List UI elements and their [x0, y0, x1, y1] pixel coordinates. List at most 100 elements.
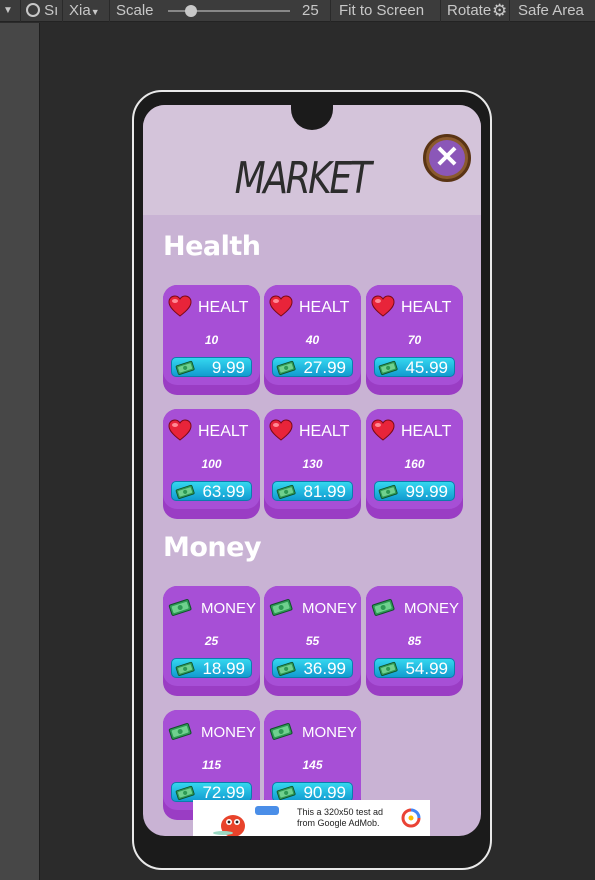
money-item-card[interactable]: MONEY 85 54.99	[366, 586, 463, 696]
item-label: MONEY	[201, 600, 257, 617]
card-face: HEALT 70 45.99	[366, 285, 463, 385]
item-label: HEALT	[198, 423, 249, 440]
item-price: 99.99	[405, 482, 448, 501]
buy-button[interactable]: 99.99	[374, 481, 455, 501]
money-item-card[interactable]: MONEY 55 36.99	[264, 586, 361, 696]
scale-label: Scale	[116, 2, 154, 19]
cash-icon	[378, 484, 398, 499]
item-amount: 10	[204, 333, 219, 347]
item-label: MONEY	[201, 724, 257, 741]
admob-logo-icon	[401, 808, 421, 828]
toolbar-divider	[20, 0, 21, 22]
item-amount: 115	[201, 758, 222, 772]
item-amount: 55	[305, 634, 320, 648]
device-dropdown[interactable]: Xia▼	[69, 0, 111, 22]
card-face: HEALT 100 63.99	[163, 409, 260, 509]
health-item-card[interactable]: HEALT 130 81.99	[264, 409, 361, 519]
health-item-card[interactable]: HEALT 70 45.99	[366, 285, 463, 395]
item-amount: 70	[407, 333, 422, 347]
cash-icon	[175, 661, 195, 676]
safe-area-button[interactable]: Safe Area	[518, 0, 584, 22]
cash-icon	[378, 360, 398, 375]
item-label: HEALT	[401, 299, 452, 316]
cash-icon	[175, 360, 195, 375]
item-amount: 40	[305, 333, 320, 347]
cash-icon	[168, 599, 192, 616]
buy-button[interactable]: 45.99	[374, 357, 455, 377]
item-price: 27.99	[303, 358, 346, 377]
cash-icon	[175, 484, 195, 499]
item-price: 36.99	[303, 659, 346, 678]
item-price: 54.99	[405, 659, 448, 678]
item-price: 9.99	[211, 358, 245, 377]
cash-icon	[276, 360, 296, 375]
heart-icon	[269, 419, 293, 441]
cash-icon	[269, 723, 293, 740]
heart-icon	[371, 295, 395, 317]
buy-button[interactable]: 18.99	[171, 658, 252, 678]
buy-button[interactable]: 9.99	[171, 357, 252, 377]
card-face: HEALT 160 99.99	[366, 409, 463, 509]
ad-mascot-icon	[213, 806, 279, 836]
card-face: HEALT 10 9.99	[163, 285, 260, 385]
buy-button[interactable]: 63.99	[171, 481, 252, 501]
toolbar-divider	[62, 0, 63, 22]
money-section-title: Money	[163, 532, 262, 563]
cash-icon	[269, 599, 293, 616]
cash-icon	[371, 599, 395, 616]
item-label: HEALT	[198, 299, 249, 316]
buy-button[interactable]: 72.99	[171, 782, 252, 802]
cash-icon	[175, 785, 195, 800]
item-amount: 145	[302, 758, 323, 772]
health-item-card[interactable]: HEALT 10 9.99	[163, 285, 260, 395]
fit-to-screen-button[interactable]: Fit to Screen	[339, 0, 424, 22]
buy-button[interactable]: 81.99	[272, 481, 353, 501]
display-icon	[26, 3, 40, 17]
display-dropdown[interactable]: Sı	[26, 0, 66, 22]
buy-button[interactable]: 90.99	[272, 782, 353, 802]
card-face: HEALT 40 27.99	[264, 285, 361, 385]
heart-icon	[168, 419, 192, 441]
toolbar-divider	[440, 0, 441, 22]
item-price: 63.99	[202, 482, 245, 501]
rotate-button[interactable]: Rotate	[447, 0, 497, 22]
health-item-card[interactable]: HEALT 100 63.99	[163, 409, 260, 519]
buy-button[interactable]: 27.99	[272, 357, 353, 377]
cash-icon	[276, 661, 296, 676]
card-face: MONEY 115 72.99	[163, 710, 260, 810]
item-amount: 100	[201, 457, 222, 471]
dropdown-arrow-icon[interactable]: ▼	[3, 0, 13, 22]
buy-button[interactable]: 36.99	[272, 658, 353, 678]
health-item-card[interactable]: HEALT 40 27.99	[264, 285, 361, 395]
close-button[interactable]: ✕	[423, 134, 471, 182]
buy-button[interactable]: 54.99	[374, 658, 455, 678]
item-price: 18.99	[202, 659, 245, 678]
card-face: MONEY 25 18.99	[163, 586, 260, 686]
health-item-card[interactable]: HEALT 160 99.99	[366, 409, 463, 519]
item-label: MONEY	[404, 600, 460, 617]
left-panel	[0, 23, 40, 880]
money-item-card[interactable]: MONEY 25 18.99	[163, 586, 260, 696]
market-title: MARKET	[234, 153, 372, 204]
heart-icon	[371, 419, 395, 441]
heart-icon	[269, 295, 293, 317]
ad-banner[interactable]: This a 320x50 test ad from Google AdMob.	[193, 800, 430, 836]
ad-text: This a 320x50 test ad from Google AdMob.	[297, 807, 384, 828]
toolbar-divider	[330, 0, 331, 22]
editor-toolbar: ▼ Sı Xia▼ Scale 25 Fit to Screen Rotate …	[0, 0, 595, 22]
cash-icon	[168, 723, 192, 740]
scale-slider-handle[interactable]	[185, 5, 197, 17]
item-amount: 130	[302, 457, 323, 471]
health-section-title: Health	[163, 231, 261, 262]
toolbar-divider	[509, 0, 510, 22]
cash-icon	[276, 484, 296, 499]
item-label: HEALT	[401, 423, 452, 440]
display-label: Sı	[44, 2, 59, 19]
item-label: MONEY	[302, 724, 358, 741]
item-amount: 85	[407, 634, 422, 648]
card-face: MONEY 55 36.99	[264, 586, 361, 686]
safe-area-icon: ⚙	[492, 1, 508, 20]
card-face: MONEY 85 54.99	[366, 586, 463, 686]
cash-icon	[378, 661, 398, 676]
item-price: 45.99	[405, 358, 448, 377]
